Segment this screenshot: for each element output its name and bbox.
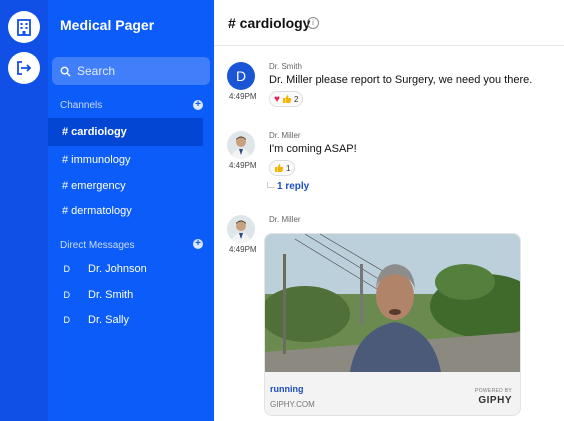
avatar[interactable]: D (227, 62, 255, 90)
message-time: 4:49PM (229, 245, 257, 254)
message-time: 4:49PM (229, 92, 257, 101)
message-panel: # cardiology i D 4:49PM Dr. Smith Dr. Mi… (214, 0, 564, 421)
message-sender: Dr. Smith (269, 62, 302, 71)
dm-item-smith[interactable]: D Dr. Smith (48, 284, 214, 306)
dm-avatar: D (63, 290, 71, 300)
message-text: Dr. Miller please report to Surgery, we … (269, 74, 533, 86)
avatar[interactable] (227, 215, 255, 243)
message-time: 4:49PM (229, 161, 257, 170)
icon-rail (0, 0, 48, 421)
dm-avatar: D (63, 315, 71, 325)
giphy-attachment[interactable]: running GIPHY.COM POWERED BY GIPHY (264, 233, 521, 416)
giphy-image (265, 234, 520, 372)
add-channel-icon[interactable]: + (193, 100, 203, 110)
thumbs-up-icon (275, 164, 284, 172)
channel-header: # cardiology i (214, 0, 564, 46)
giphy-source: GIPHY.COM (270, 400, 315, 409)
logout-icon[interactable] (8, 52, 40, 84)
app-title: Medical Pager (60, 17, 155, 33)
channel-dermatology[interactable]: # dermatology (48, 197, 203, 225)
reaction-bar[interactable]: 1 (269, 160, 296, 176)
reaction-bar[interactable]: ♥ 2 (269, 91, 304, 107)
hospital-icon[interactable] (8, 11, 40, 43)
dm-item-johnson[interactable]: D Dr. Johnson (48, 258, 214, 280)
giphy-title[interactable]: running (270, 384, 304, 394)
add-dm-icon[interactable]: + (193, 239, 203, 249)
dm-name: Dr. Smith (88, 289, 134, 301)
search-input[interactable]: Search (52, 57, 210, 85)
thumbs-up-icon (282, 95, 292, 103)
channel-emergency[interactable]: # emergency (48, 172, 203, 200)
dm-item-sally[interactable]: D Dr. Sally (48, 309, 214, 331)
heart-icon: ♥ (274, 93, 280, 105)
message-text: I'm coming ASAP! (269, 143, 357, 155)
channels-title: Channels (60, 100, 103, 111)
search-icon (60, 66, 71, 77)
message-sender: Dr. Miller (269, 131, 301, 140)
dm-avatar: D (63, 264, 71, 274)
dm-name: Dr. Johnson (88, 263, 147, 275)
giphy-logo: GIPHY (478, 395, 512, 406)
channel-cardiology[interactable]: # cardiology (48, 118, 203, 146)
thread-reply-link[interactable]: 1 reply (277, 181, 309, 192)
sidebar: Medical Pager Search Channels + # cardio… (48, 0, 214, 421)
avatar[interactable] (227, 131, 255, 159)
reaction-count: 2 (293, 94, 299, 104)
channel-immunology[interactable]: # immunology (48, 146, 203, 174)
direct-messages-title: Direct Messages (60, 240, 135, 251)
search-placeholder: Search (77, 64, 116, 78)
thread-connector (267, 182, 275, 188)
powered-by-label: POWERED BY (475, 388, 512, 394)
message-sender: Dr. Miller (269, 215, 301, 224)
channel-title: # cardiology (228, 15, 311, 31)
reaction-count: 1 (286, 163, 291, 173)
dm-name: Dr. Sally (88, 314, 129, 326)
info-icon[interactable]: i (307, 17, 319, 29)
